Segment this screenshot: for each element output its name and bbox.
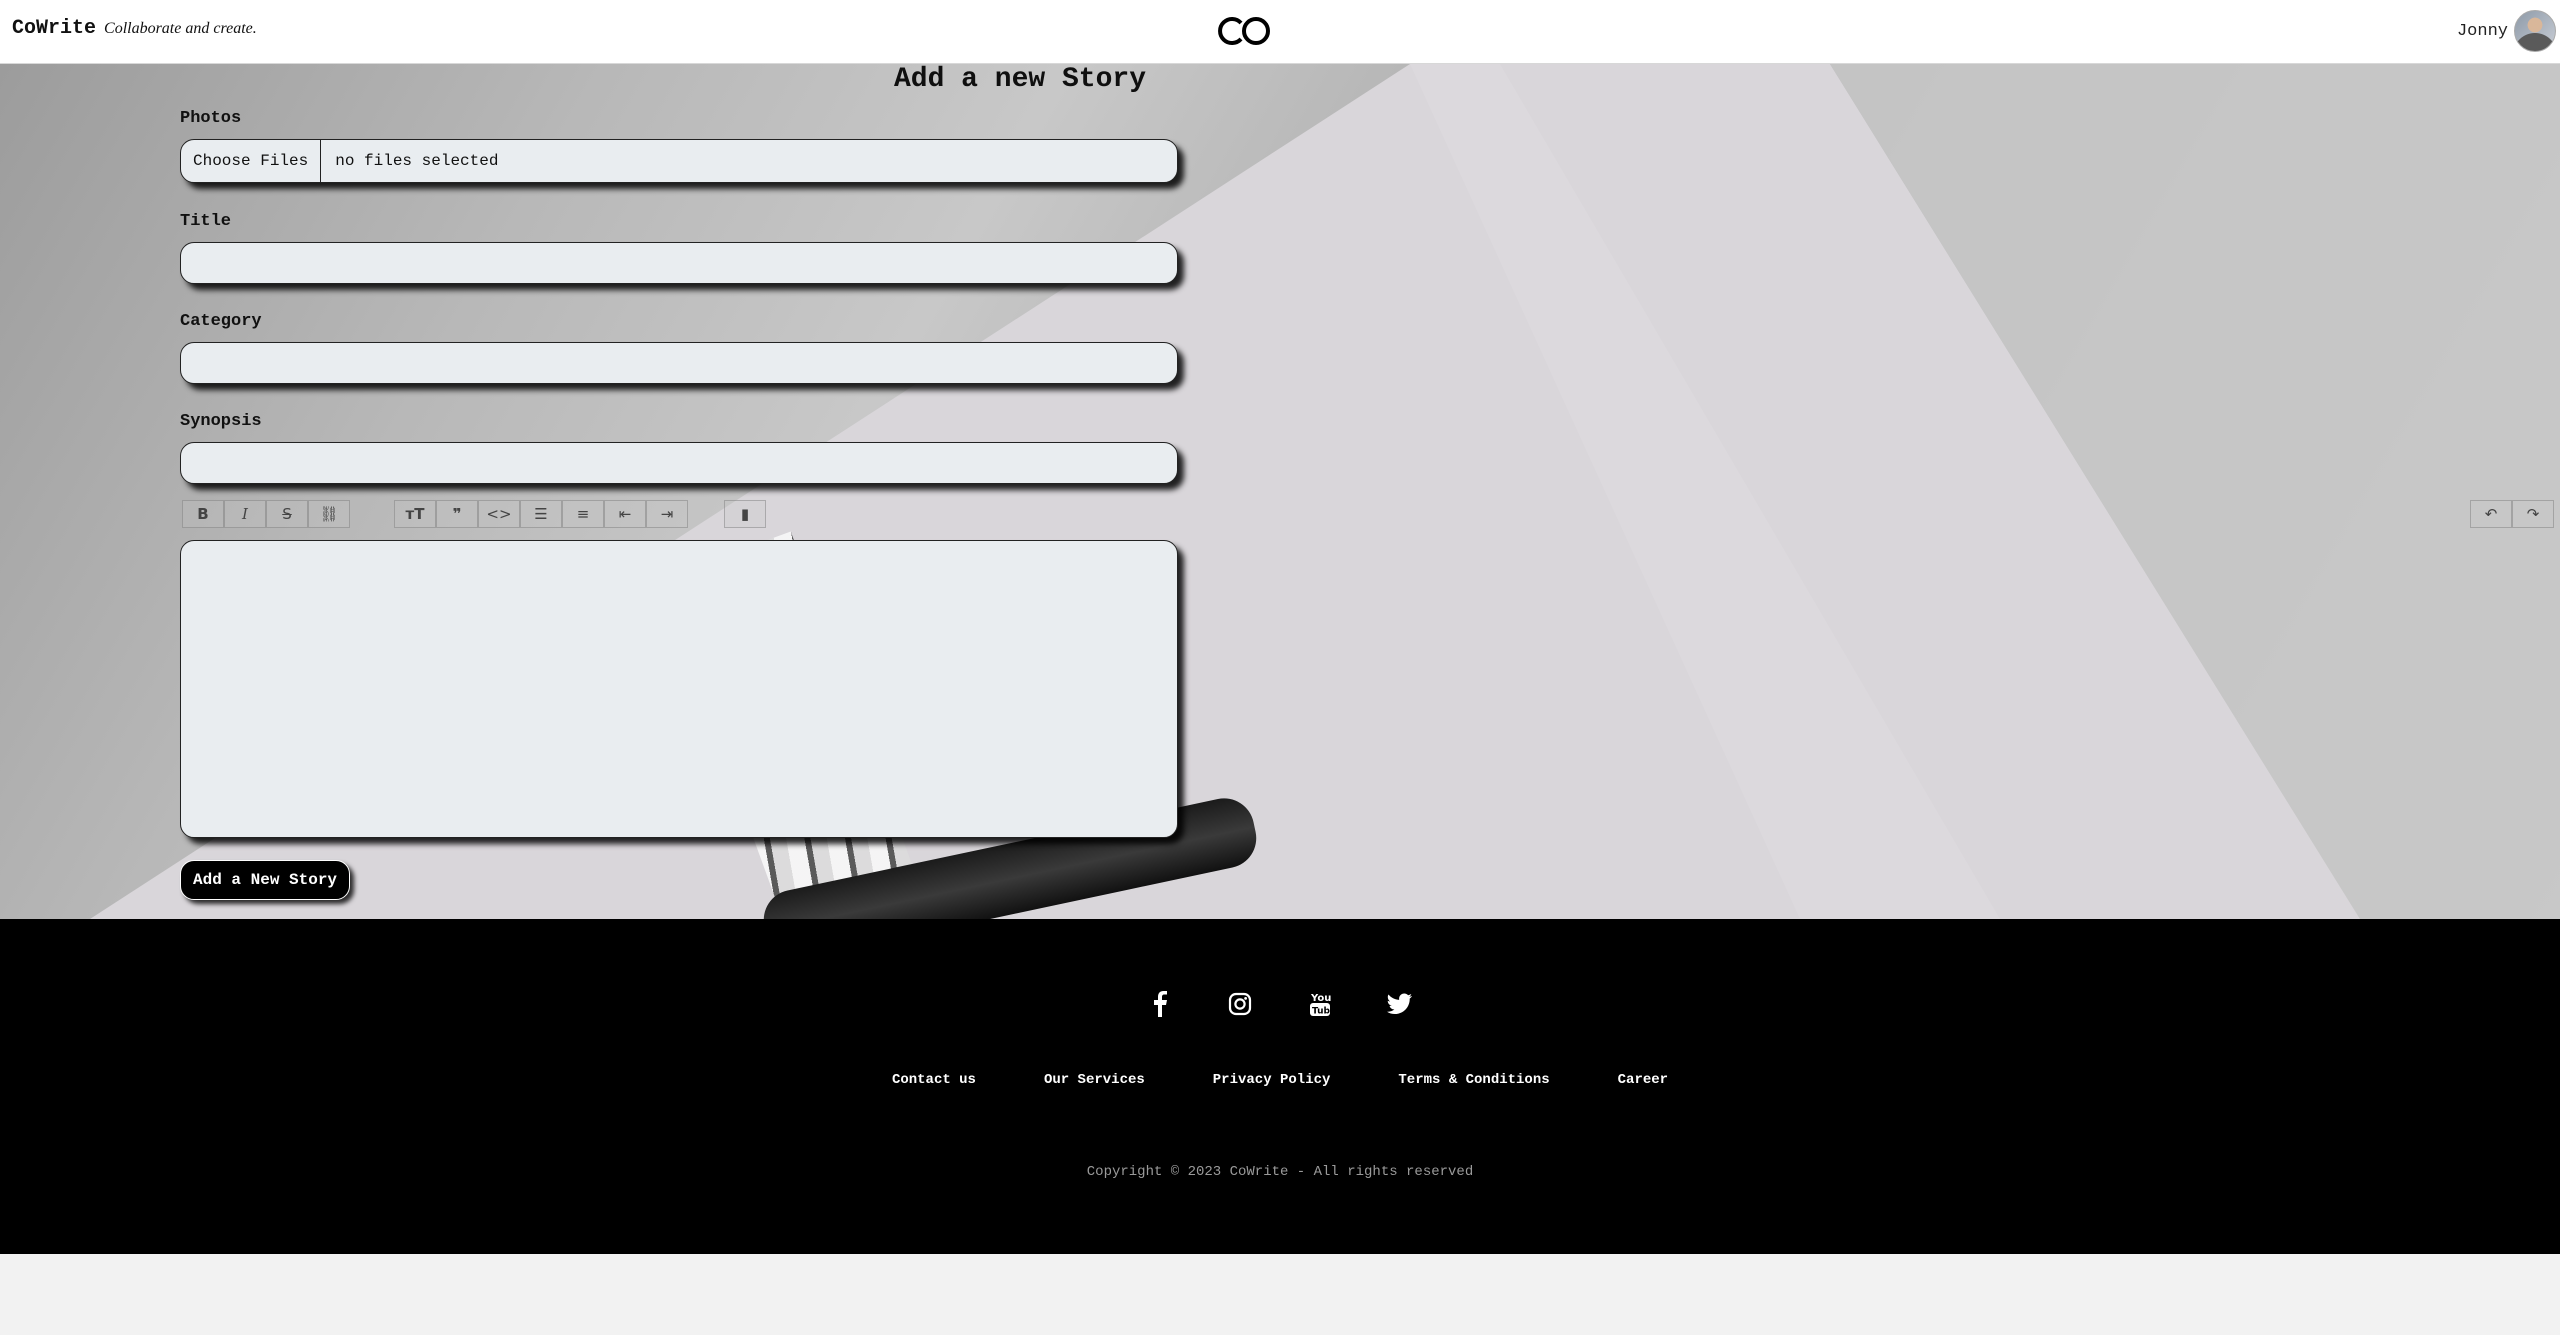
- outdent-icon[interactable]: ⇤: [604, 500, 646, 528]
- avatar[interactable]: [2514, 10, 2556, 52]
- story-editor[interactable]: [180, 540, 1178, 838]
- indent-icon[interactable]: ⇥: [646, 500, 688, 528]
- file-status: no files selected: [335, 152, 499, 170]
- footer-links: Contact us Our Services Privacy Policy T…: [0, 1072, 2560, 1088]
- toolbar-separator: [350, 500, 394, 528]
- cowrite-logo-icon: [1218, 17, 1270, 45]
- italic-icon[interactable]: I: [224, 500, 266, 528]
- copyright: Copyright © 2023 CoWrite - All rights re…: [1086, 1164, 1474, 1180]
- brand-name[interactable]: CoWrite: [12, 17, 96, 40]
- svg-text:You: You: [1310, 993, 1331, 1004]
- redo-icon[interactable]: ↷: [2512, 500, 2554, 528]
- logo[interactable]: [1214, 14, 1274, 53]
- brand[interactable]: CoWrite Collaborate and create.: [12, 17, 257, 40]
- twitter-icon[interactable]: [1383, 987, 1417, 1021]
- footer-link-career[interactable]: Career: [1618, 1072, 1668, 1088]
- footer-link-terms[interactable]: Terms & Conditions: [1398, 1072, 1549, 1088]
- toolbar-separator: [688, 500, 724, 528]
- page-title: Add a new Story: [893, 64, 1147, 95]
- user-name[interactable]: Jonny: [2457, 22, 2508, 41]
- instagram-icon[interactable]: [1223, 987, 1257, 1021]
- footer-link-contact[interactable]: Contact us: [892, 1072, 976, 1088]
- link-icon[interactable]: ⛓: [308, 500, 350, 528]
- photos-file-input[interactable]: Choose Files no files selected: [180, 139, 1178, 183]
- heading-icon[interactable]: ᴛT: [394, 500, 436, 528]
- undo-redo-group: ↶ ↷: [2470, 500, 2554, 528]
- photos-label: Photos: [180, 109, 242, 128]
- strikethrough-icon[interactable]: S: [266, 500, 308, 528]
- category-input[interactable]: [180, 342, 1178, 384]
- code-icon[interactable]: <>: [478, 500, 520, 528]
- choose-files-button[interactable]: Choose Files: [181, 140, 322, 182]
- synopsis-label: Synopsis: [180, 412, 262, 431]
- footer-link-privacy[interactable]: Privacy Policy: [1213, 1072, 1331, 1088]
- category-label: Category: [180, 312, 262, 331]
- bold-icon[interactable]: B: [182, 500, 224, 528]
- youtube-icon[interactable]: You Tube: [1303, 987, 1337, 1021]
- editor-toolbar: B I S ⛓ ᴛT ❞ <> ☰ ≡ ⇤ ⇥ ▮: [182, 500, 766, 528]
- social-links: You Tube: [0, 987, 2560, 1021]
- footer-link-services[interactable]: Our Services: [1044, 1072, 1145, 1088]
- brand-tagline: Collaborate and create.: [104, 20, 257, 37]
- user-menu[interactable]: Jonny: [2457, 10, 2556, 52]
- facebook-icon[interactable]: [1143, 987, 1177, 1021]
- undo-icon[interactable]: ↶: [2470, 500, 2512, 528]
- synopsis-input[interactable]: [180, 442, 1178, 484]
- title-label: Title: [180, 212, 232, 231]
- title-input[interactable]: [180, 242, 1178, 284]
- numbered-list-icon[interactable]: ≡: [562, 500, 604, 528]
- quote-icon[interactable]: ❞: [436, 500, 478, 528]
- bullet-list-icon[interactable]: ☰: [520, 500, 562, 528]
- top-navbar: CoWrite Collaborate and create. Jonny: [0, 0, 2560, 64]
- attach-icon[interactable]: ▮: [724, 500, 766, 528]
- svg-text:Tube: Tube: [1312, 1007, 1332, 1017]
- footer: You Tube Contact us Our Services Privacy …: [0, 919, 2560, 1254]
- add-story-button[interactable]: Add a New Story: [180, 860, 351, 900]
